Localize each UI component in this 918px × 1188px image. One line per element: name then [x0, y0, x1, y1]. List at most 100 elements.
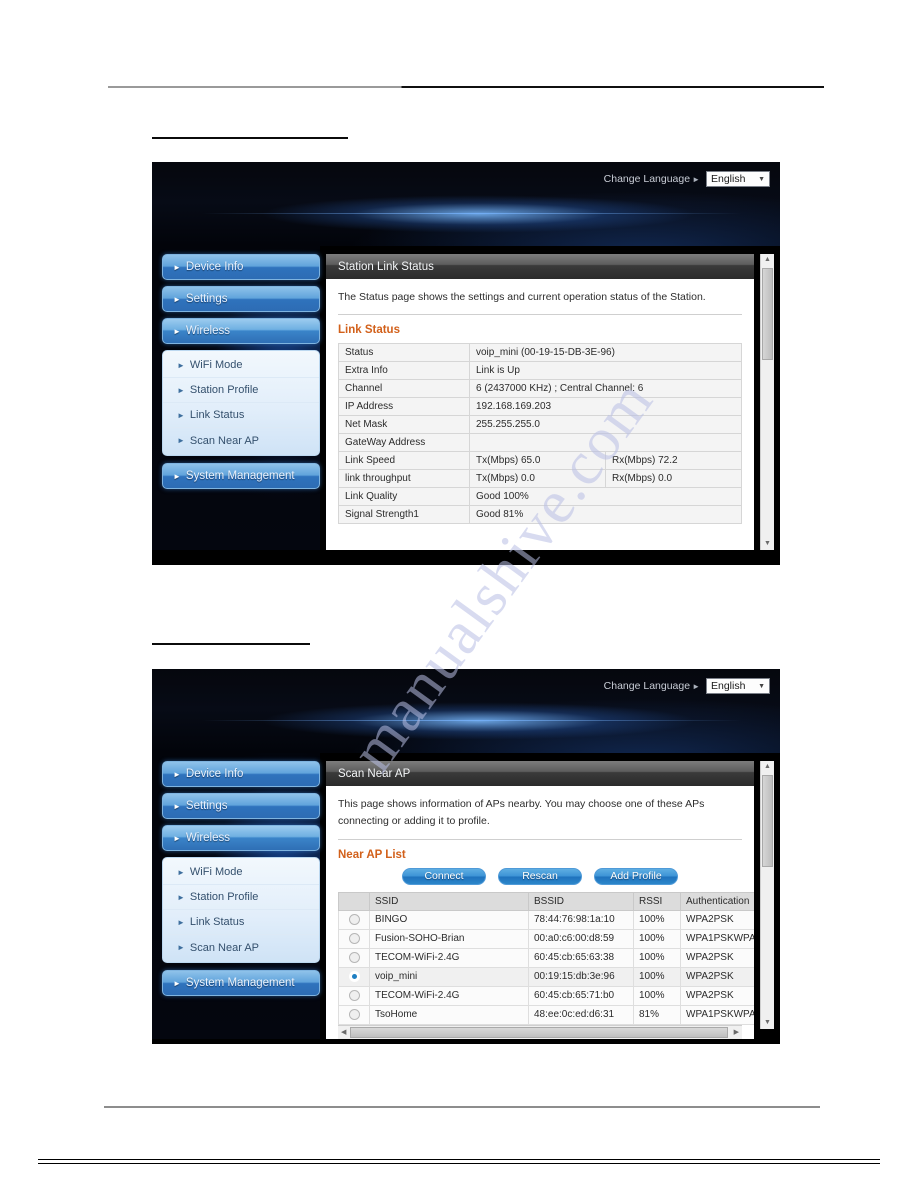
page-bottom-rule	[104, 1106, 820, 1108]
change-language-arrow-icon: ►	[692, 174, 700, 184]
page-footer-rule	[38, 1159, 880, 1164]
chevron-right-icon: ►	[173, 294, 181, 304]
ap-authentication: WPA1PSKWPA2PSK	[680, 1004, 754, 1025]
connect-button[interactable]: Connect	[402, 867, 486, 885]
language-select-value: English	[711, 680, 746, 692]
language-select-value: English	[711, 173, 746, 185]
vertical-scrollbar[interactable]: ▲ ▼	[760, 254, 774, 550]
row-key: Status	[338, 343, 470, 363]
router-body: ► Device Info ► Settings ► Wireless ► Wi…	[152, 753, 780, 1039]
language-select[interactable]: English ▼	[706, 678, 770, 694]
ap-radio-button-selected[interactable]	[348, 971, 360, 983]
sidebar-item-station-profile[interactable]: ► Station Profile	[163, 885, 319, 910]
scrollbar-thumb[interactable]	[350, 1026, 728, 1038]
ap-bssid: 00:19:15:db:3e:96	[528, 966, 634, 987]
ap-rssi: 100%	[633, 947, 681, 968]
wireless-submenu: ► WiFi Mode ► Station Profile ► Link Sta…	[162, 350, 320, 456]
ap-authentication: WPA2PSK	[680, 909, 754, 930]
sidebar-item-wireless[interactable]: ► Wireless	[162, 825, 320, 851]
scroll-left-icon[interactable]: ◀	[339, 1028, 348, 1036]
sidebar-item-link-status[interactable]: ► Link Status	[163, 403, 319, 428]
chevron-right-icon: ►	[177, 892, 185, 902]
section-heading-rule-2	[152, 643, 310, 645]
scroll-up-icon[interactable]: ▲	[764, 254, 771, 266]
sidebar-item-device-info[interactable]: ► Device Info	[162, 254, 320, 280]
change-language-control[interactable]: Change Language ► English ▼	[604, 171, 770, 187]
chevron-right-icon: ►	[173, 833, 181, 843]
ap-radio-button[interactable]	[348, 990, 360, 1002]
ap-select-cell[interactable]	[338, 909, 370, 930]
ap-radio-button[interactable]	[348, 952, 360, 964]
sidebar-item-link-status[interactable]: ► Link Status	[163, 910, 319, 935]
ap-ssid: voip_mini	[369, 966, 529, 987]
row-value-rx: Rx(Mbps) 0.0	[605, 469, 742, 489]
row-value: 6 (2437000 KHz) ; Central Channel: 6	[469, 379, 742, 399]
chevron-right-icon: ►	[177, 917, 185, 927]
row-value: Good 81%	[469, 505, 742, 525]
scrollbar-thumb[interactable]	[762, 268, 773, 360]
sidebar-item-settings[interactable]: ► Settings	[162, 793, 320, 819]
horizontal-scrollbar[interactable]: ◀ ▶	[338, 1024, 742, 1039]
row-value: 255.255.255.0	[469, 415, 742, 435]
ap-radio-button[interactable]	[348, 914, 360, 926]
chevron-right-icon: ►	[177, 385, 185, 395]
sidebar-item-system-management[interactable]: ► System Management	[162, 970, 320, 996]
table-row-selected[interactable]: voip_mini 00:19:15:db:3e:96 100% WPA2PSK	[338, 966, 754, 987]
submenu-item-label: Link Status	[189, 409, 245, 421]
table-row[interactable]: TECOM-WiFi-2.4G 60:45:cb:65:71:b0 100% W…	[338, 985, 754, 1006]
sidebar-item-label: Wireless	[185, 325, 231, 337]
change-language-control[interactable]: Change Language ► English ▼	[604, 678, 770, 694]
table-header-row: SSID BSSID RSSI Authentication	[338, 891, 754, 911]
chevron-right-icon: ►	[177, 943, 185, 952]
ap-ssid: BINGO	[369, 909, 529, 930]
ap-authentication: WPA2PSK	[680, 985, 754, 1006]
language-select[interactable]: English ▼	[706, 171, 770, 187]
scroll-down-icon[interactable]: ▼	[764, 538, 771, 550]
change-language-arrow-icon: ►	[692, 681, 700, 691]
scroll-right-icon[interactable]: ▶	[732, 1028, 741, 1036]
change-language-label: Change Language	[603, 680, 691, 692]
sidebar-item-station-profile[interactable]: ► Station Profile	[163, 378, 319, 403]
ap-bssid: 00:a0:c6:00:d8:59	[528, 928, 634, 949]
sidebar-item-wifi-mode[interactable]: ► WiFi Mode	[163, 860, 319, 885]
rescan-button[interactable]: Rescan	[498, 867, 582, 885]
ap-ssid: TECOM-WiFi-2.4G	[369, 985, 529, 1006]
sidebar-item-settings[interactable]: ► Settings	[162, 286, 320, 312]
vertical-scrollbar[interactable]: ▲ ▼	[760, 761, 774, 1029]
ap-select-cell[interactable]	[338, 928, 370, 949]
sidebar-item-wifi-mode[interactable]: ► WiFi Mode	[163, 353, 319, 378]
scroll-down-icon[interactable]: ▼	[764, 1017, 771, 1029]
ap-authentication: WPA1PSKWPA2PSK	[680, 928, 754, 949]
page-description: The Status page shows the settings and c…	[338, 289, 742, 316]
chevron-down-icon: ▼	[758, 175, 765, 183]
ap-authentication: WPA2PSK	[680, 947, 754, 968]
submenu-item-label: WiFi Mode	[189, 866, 243, 878]
panel-inner: The Status page shows the settings and c…	[326, 279, 754, 550]
router-header-banner: Change Language ► English ▼	[152, 162, 780, 246]
table-row[interactable]: BINGO 78:44:76:98:1a:10 100% WPA2PSK	[338, 909, 754, 930]
table-row[interactable]: Fusion-SOHO-Brian 00:a0:c6:00:d8:59 100%…	[338, 928, 754, 949]
column-header-bssid: BSSID	[528, 891, 634, 911]
table-row: IP Address 192.168.169.203	[338, 397, 742, 417]
chevron-right-icon: ►	[177, 436, 185, 445]
ap-radio-button[interactable]	[348, 933, 360, 945]
ap-select-cell[interactable]	[338, 985, 370, 1006]
ap-select-cell[interactable]	[338, 1004, 370, 1025]
add-profile-button[interactable]: Add Profile	[594, 867, 678, 885]
scroll-up-icon[interactable]: ▲	[764, 761, 771, 773]
sidebar-item-wireless[interactable]: ► Wireless	[162, 318, 320, 344]
submenu-item-label: Scan Near AP	[189, 434, 260, 447]
sidebar-item-device-info[interactable]: ► Device Info	[162, 761, 320, 787]
sidebar-item-system-management[interactable]: ► System Management	[162, 463, 320, 489]
scrollbar-thumb[interactable]	[762, 775, 773, 867]
table-row: Extra Info Link is Up	[338, 361, 742, 381]
ap-select-cell[interactable]	[338, 966, 370, 987]
sidebar-item-scan-near-ap[interactable]: ► Scan Near AP	[163, 428, 319, 453]
table-row[interactable]: TECOM-WiFi-2.4G 60:45:cb:65:63:38 100% W…	[338, 947, 754, 968]
screenshot-scan-near-ap: Change Language ► English ▼ ► Device Inf…	[152, 669, 780, 1044]
ap-select-cell[interactable]	[338, 947, 370, 968]
row-value	[469, 433, 742, 453]
ap-radio-button[interactable]	[348, 1009, 360, 1021]
sidebar-item-scan-near-ap[interactable]: ► Scan Near AP	[163, 935, 319, 960]
table-row[interactable]: TsoHome 48:ee:0c:ed:d6:31 81% WPA1PSKWPA…	[338, 1004, 754, 1025]
